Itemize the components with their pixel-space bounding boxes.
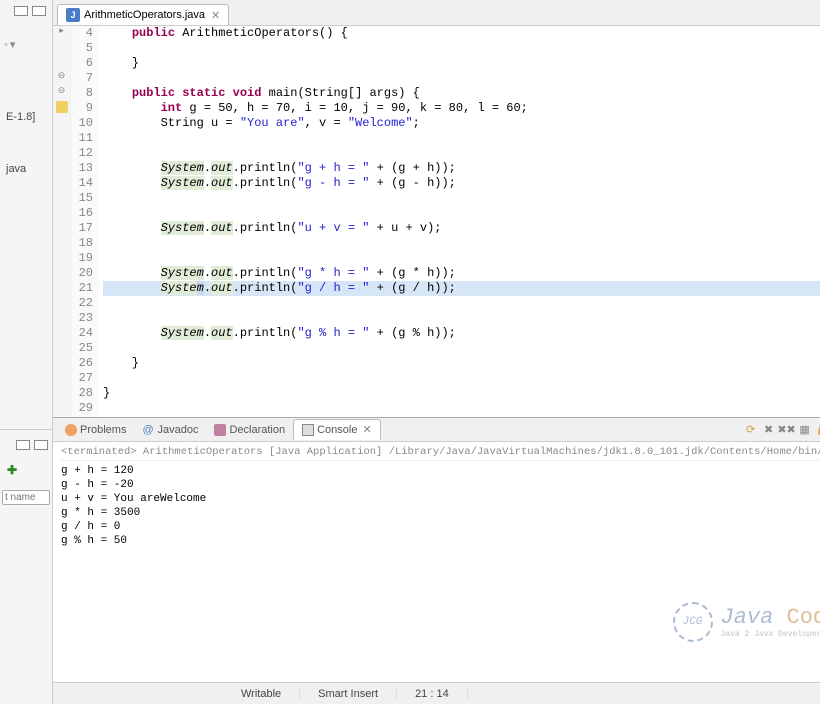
code-line[interactable] (103, 251, 820, 266)
declaration-icon (214, 424, 226, 436)
remove-launch-icon[interactable]: ✖ (761, 422, 777, 438)
code-line[interactable] (103, 146, 820, 161)
line-number: 5 (71, 41, 93, 56)
close-icon[interactable]: ✕ (362, 423, 371, 436)
close-tab-icon[interactable]: ✕ (211, 9, 220, 22)
file-ext-label: java (6, 163, 48, 175)
jre-label: E-1.8] (6, 111, 48, 123)
code-line[interactable] (103, 71, 820, 86)
code-line[interactable]: System.out.println("g % h = " + (g % h))… (103, 326, 820, 341)
minimize-icon[interactable] (14, 6, 28, 16)
line-number: 21 (71, 281, 93, 296)
clear-console-icon[interactable]: ▦ (797, 422, 813, 438)
code-line[interactable] (103, 131, 820, 146)
line-number: 29 (71, 401, 93, 416)
code-line[interactable]: System.out.println("g / h = " + (g / h))… (103, 281, 820, 296)
console-line: u + v = You areWelcome (61, 492, 820, 506)
status-writable: Writable (223, 688, 300, 700)
console-line: g * h = 3500 (61, 506, 820, 520)
line-number: 7 (71, 71, 93, 86)
watermark-logo: JCG Java Code Geeks Java 2 Java Develope… (673, 602, 820, 642)
outline-node-icon: ◦ (4, 39, 8, 51)
tab-problems[interactable]: Problems (57, 421, 134, 439)
tab-declaration[interactable]: Declaration (206, 421, 293, 439)
maximize-icon[interactable] (34, 440, 48, 450)
editor-tab-bar: J ArithmeticOperators.java ✕ (53, 0, 820, 26)
console-line: g + h = 120 (61, 464, 820, 478)
line-number: 16 (71, 206, 93, 221)
line-number: 20 (71, 266, 93, 281)
status-bar: Writable Smart Insert 21 : 14 (53, 682, 820, 704)
bottom-pane: Problems @Javadoc Declaration Console ✕ … (53, 417, 820, 682)
console-title: <terminated> ArithmeticOperators [Java A… (61, 446, 820, 461)
line-number: 23 (71, 311, 93, 326)
remove-all-icon[interactable]: ✖✖ (779, 422, 795, 438)
code-line[interactable] (103, 191, 820, 206)
javadoc-icon: @ (142, 424, 154, 436)
java-file-icon: J (66, 8, 80, 22)
line-number: 10 (71, 116, 93, 131)
code-line[interactable]: int g = 50, h = 70, i = 10, j = 90, k = … (103, 101, 820, 116)
line-number: 14 (71, 176, 93, 191)
code-line[interactable]: } (103, 386, 820, 401)
tab-console[interactable]: Console ✕ (293, 419, 381, 440)
status-cursor-pos: 21 : 14 (397, 688, 468, 700)
line-number: 13 (71, 161, 93, 176)
code-line[interactable] (103, 371, 820, 386)
line-number: 17 (71, 221, 93, 236)
console-line: g / h = 0 (61, 520, 820, 534)
scroll-lock-icon[interactable]: 🔒 (815, 422, 820, 438)
line-number: 26 (71, 356, 93, 371)
code-line[interactable]: } (103, 56, 820, 71)
code-line[interactable] (103, 41, 820, 56)
code-line[interactable] (103, 296, 820, 311)
code-line[interactable]: System.out.println("u + v = " + u + v); (103, 221, 820, 236)
code-line[interactable]: System.out.println("g * h = " + (g * h))… (103, 266, 820, 281)
code-line[interactable] (103, 341, 820, 356)
left-sidebar: ◦▾ E-1.8] java ✚ (0, 0, 53, 704)
code-line[interactable] (103, 311, 820, 326)
line-number: 18 (71, 236, 93, 251)
line-number: 4 (71, 26, 93, 41)
code-line[interactable]: public ArithmeticOperators() { (103, 26, 820, 41)
line-number: 28 (71, 386, 93, 401)
warning-icon[interactable] (56, 101, 68, 113)
code-line[interactable]: public static void main(String[] args) { (103, 86, 820, 101)
minimize-icon[interactable] (16, 440, 30, 450)
console-line: g - h = -20 (61, 478, 820, 492)
problems-icon (65, 424, 77, 436)
maximize-icon[interactable] (32, 6, 46, 16)
line-number: 24 (71, 326, 93, 341)
line-number: 9 (71, 101, 93, 116)
line-number: 12 (71, 146, 93, 161)
line-number: 15 (71, 191, 93, 206)
line-number: 22 (71, 296, 93, 311)
line-number: 25 (71, 341, 93, 356)
code-editor[interactable]: ▸⊖⊖ 456789101112131415161718192021222324… (53, 26, 820, 417)
status-insert: Smart Insert (300, 688, 397, 700)
console-output[interactable]: <terminated> ArithmeticOperators [Java A… (53, 442, 820, 682)
console-line: g % h = 50 (61, 534, 820, 548)
name-input[interactable] (2, 490, 50, 505)
line-number: 6 (71, 56, 93, 71)
code-line[interactable]: } (103, 356, 820, 371)
code-line[interactable]: System.out.println("g - h = " + (g - h))… (103, 176, 820, 191)
console-tool-icon[interactable]: ⟳ (743, 422, 759, 438)
code-line[interactable] (103, 401, 820, 416)
code-line[interactable]: System.out.println("g + h = " + (g + h))… (103, 161, 820, 176)
tab-filename: ArithmeticOperators.java (84, 9, 205, 21)
code-line[interactable] (103, 236, 820, 251)
tab-javadoc[interactable]: @Javadoc (134, 421, 206, 439)
file-tab[interactable]: J ArithmeticOperators.java ✕ (57, 4, 229, 25)
code-line[interactable]: String u = "You are", v = "Welcome"; (103, 116, 820, 131)
line-number: 27 (71, 371, 93, 386)
console-icon (302, 424, 314, 436)
line-number: 11 (71, 131, 93, 146)
line-number: 8 (71, 86, 93, 101)
line-number: 19 (71, 251, 93, 266)
code-line[interactable] (103, 206, 820, 221)
add-icon[interactable]: ✚ (4, 462, 20, 478)
